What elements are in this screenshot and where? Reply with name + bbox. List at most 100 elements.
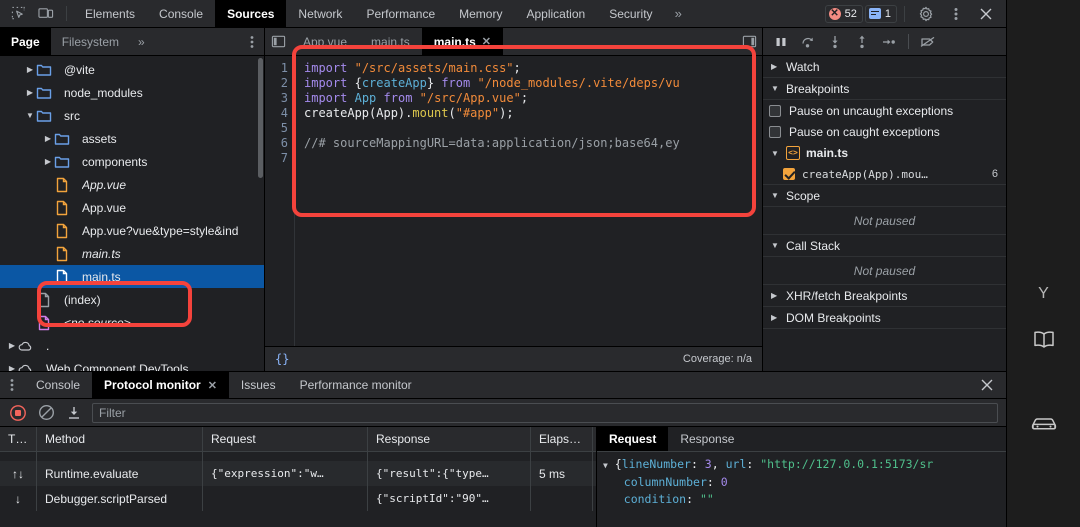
- table-row[interactable]: ↑↓ Runtime.evaluate {"expression":"w… {"res…: [0, 461, 596, 486]
- table-row[interactable]: ↓ Debugger.scriptParsed {"scriptId":"90"…: [0, 486, 596, 511]
- chevron-right-icon[interactable]: ▶: [42, 134, 54, 143]
- file-tree-item[interactable]: App.vue?vue&type=style&ind: [0, 219, 264, 242]
- section-breakpoints[interactable]: ▼ Breakpoints: [763, 78, 1006, 100]
- line-number[interactable]: 5: [265, 121, 294, 136]
- nav-tab-page[interactable]: Page: [0, 28, 51, 55]
- tab-memory[interactable]: Memory: [447, 0, 514, 27]
- drawer-menu-icon[interactable]: [0, 372, 24, 398]
- file-tree-item[interactable]: ▶ components: [0, 150, 264, 173]
- step-icon[interactable]: [877, 31, 901, 53]
- nav-more-button[interactable]: »: [130, 28, 153, 55]
- drawer-close-icon[interactable]: [968, 372, 1006, 398]
- device-toolbar-icon[interactable]: [32, 0, 60, 27]
- chevron-right-icon[interactable]: ▶: [42, 157, 54, 166]
- drawer-tab-close-icon[interactable]: ✕: [208, 379, 217, 392]
- file-tree-item[interactable]: (index): [0, 288, 264, 311]
- chevron-right-icon[interactable]: ▶: [6, 341, 18, 350]
- line-number[interactable]: 2: [265, 76, 294, 91]
- kebab-menu-icon[interactable]: [942, 6, 970, 22]
- message-count-badge[interactable]: 1: [864, 4, 897, 23]
- tab-network[interactable]: Network: [286, 0, 354, 27]
- close-icon[interactable]: [972, 7, 1000, 21]
- error-count-badge[interactable]: ✕ 52: [824, 4, 863, 23]
- file-tree-item[interactable]: <no source>: [0, 311, 264, 334]
- pause-caught-checkbox[interactable]: [769, 125, 781, 138]
- section-scope[interactable]: ▼ Scope: [763, 185, 1006, 207]
- file-tree-item[interactable]: ▶ node_modules: [0, 81, 264, 104]
- chevron-right-icon[interactable]: ▶: [771, 313, 780, 322]
- table-row-partial[interactable]: [0, 452, 596, 461]
- gear-icon[interactable]: [912, 6, 940, 22]
- pretty-print-button[interactable]: {}: [275, 352, 289, 366]
- chevron-right-icon[interactable]: ▶: [771, 291, 780, 300]
- column-header-request[interactable]: Request: [203, 427, 368, 451]
- detail-tab-response[interactable]: Response: [668, 427, 746, 451]
- tab-application[interactable]: Application: [514, 0, 597, 27]
- file-tree-item[interactable]: main.ts: [0, 265, 264, 288]
- drawer-tab-issues[interactable]: Issues: [229, 372, 288, 398]
- tab-security[interactable]: Security: [597, 0, 664, 27]
- chevron-down-icon[interactable]: ▼: [771, 191, 780, 200]
- filter-input[interactable]: [92, 402, 998, 423]
- drawer-tab-protocol-monitor[interactable]: Protocol monitor ✕: [92, 372, 229, 398]
- deactivate-breakpoints-icon[interactable]: [916, 31, 940, 53]
- file-tree-item[interactable]: ▶ Web Component DevTools: [0, 357, 264, 371]
- column-header-method[interactable]: Method: [37, 427, 203, 451]
- inspect-element-icon[interactable]: [4, 0, 32, 27]
- column-header-response[interactable]: Response: [368, 427, 531, 451]
- breakpoint-item[interactable]: createApp(App).mou… 6: [763, 164, 1006, 185]
- car-icon[interactable]: [1030, 414, 1058, 439]
- reading-list-icon[interactable]: [1031, 329, 1057, 356]
- section-dom-breakpoints[interactable]: ▶ DOM Breakpoints: [763, 307, 1006, 329]
- line-number[interactable]: 1: [265, 61, 294, 76]
- show-debugger-icon[interactable]: [736, 34, 762, 49]
- detail-tab-request[interactable]: Request: [597, 427, 669, 451]
- line-number[interactable]: 6: [265, 136, 294, 151]
- tab-sources[interactable]: Sources: [215, 0, 287, 27]
- file-tree[interactable]: ▶ @vite ▶ node_modules ▼ src ▶ assets ▶ component…: [0, 56, 264, 371]
- chevron-right-icon[interactable]: ▶: [771, 62, 780, 71]
- file-tree-item[interactable]: ▶.: [0, 334, 264, 357]
- section-call-stack[interactable]: ▼ Call Stack: [763, 235, 1006, 257]
- line-number[interactable]: 4: [265, 106, 294, 121]
- record-stop-icon[interactable]: [8, 403, 28, 423]
- breakpoint-checkbox[interactable]: [783, 168, 795, 180]
- clear-icon[interactable]: [36, 403, 56, 423]
- pause-uncaught-checkbox[interactable]: [769, 104, 781, 117]
- editor-tab-main-ts-active[interactable]: main.ts ✕: [421, 28, 503, 55]
- download-icon[interactable]: [64, 403, 84, 423]
- chevron-right-icon[interactable]: ▶: [6, 364, 18, 371]
- drawer-tab-console[interactable]: Console: [24, 372, 92, 398]
- chevron-down-icon[interactable]: ▼: [771, 84, 780, 93]
- nav-tab-filesystem[interactable]: Filesystem: [51, 28, 130, 55]
- navigator-scrollbar[interactable]: [258, 58, 263, 178]
- step-out-icon[interactable]: [850, 31, 874, 53]
- column-header-type[interactable]: T…: [0, 427, 37, 451]
- expand-caret-icon[interactable]: ▼: [603, 461, 608, 470]
- chevron-right-icon[interactable]: ▶: [24, 88, 36, 97]
- column-header-elapsed[interactable]: Elaps…: [531, 427, 593, 451]
- step-into-icon[interactable]: [823, 31, 847, 53]
- chevron-down-icon[interactable]: ▼: [771, 241, 780, 250]
- editor-tab-close-icon[interactable]: ✕: [482, 35, 491, 48]
- code-content[interactable]: import "/src/assets/main.css"; import {c…: [295, 56, 762, 346]
- show-navigator-icon[interactable]: [265, 28, 291, 55]
- tab-performance[interactable]: Performance: [354, 0, 447, 27]
- table-body[interactable]: ↑↓ Runtime.evaluate {"expression":"w… {"res…: [0, 452, 596, 527]
- more-tabs-button[interactable]: »: [665, 0, 692, 27]
- file-tree-item[interactable]: ▶ assets: [0, 127, 264, 150]
- chevron-right-icon[interactable]: ▶: [24, 65, 36, 74]
- breakpoint-file-group[interactable]: ▼ <> main.ts: [763, 142, 1006, 164]
- pause-uncaught-exceptions-row[interactable]: Pause on uncaught exceptions: [763, 100, 1006, 121]
- file-tree-item[interactable]: App.vue: [0, 196, 264, 219]
- chevron-down-icon[interactable]: ▼: [771, 149, 780, 158]
- editor-tab-app-vue[interactable]: App.vue: [291, 28, 359, 55]
- code-editor[interactable]: 1234567 import "/src/assets/main.css"; i…: [265, 56, 762, 346]
- drawer-tab-performance-monitor[interactable]: Performance monitor: [288, 372, 424, 398]
- editor-tab-main-ts-1[interactable]: main.ts: [359, 28, 422, 55]
- navigator-menu-icon[interactable]: [240, 28, 264, 55]
- pause-resume-icon[interactable]: [769, 31, 793, 53]
- file-tree-item[interactable]: ▶ @vite: [0, 58, 264, 81]
- detail-content[interactable]: ▼ {lineNumber: 3, url: "http://127.0.0.1…: [597, 452, 1006, 527]
- section-watch[interactable]: ▶ Watch: [763, 56, 1006, 78]
